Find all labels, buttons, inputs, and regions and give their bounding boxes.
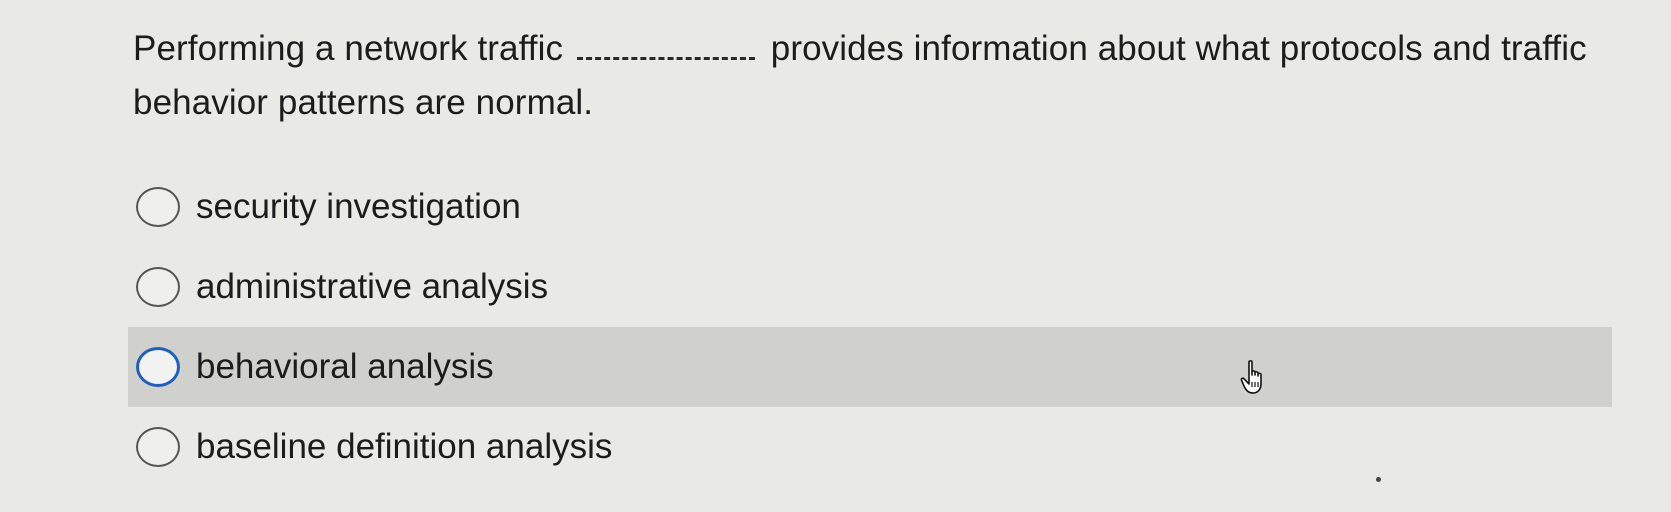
answer-options: security investigation administrative an…: [128, 167, 1612, 487]
question-part-1: Performing a network traffic: [133, 29, 564, 68]
radio-button[interactable]: [136, 187, 180, 227]
hand-pointer-icon: [1240, 360, 1262, 394]
option-baseline-definition-analysis[interactable]: baseline definition analysis: [128, 407, 1612, 487]
option-label: behavioral analysis: [196, 347, 494, 386]
option-security-investigation[interactable]: security investigation: [128, 167, 1612, 247]
option-label: administrative analysis: [196, 267, 549, 306]
fill-in-blank: [576, 35, 755, 60]
radio-button[interactable]: [136, 347, 180, 387]
option-behavioral-analysis[interactable]: behavioral analysis: [128, 327, 1612, 407]
option-label: baseline definition analysis: [196, 427, 613, 466]
speck: [1376, 477, 1381, 482]
question-text: Performing a network traffic provides in…: [133, 22, 1593, 130]
option-administrative-analysis[interactable]: administrative analysis: [128, 247, 1612, 327]
radio-button[interactable]: [136, 267, 180, 307]
radio-button[interactable]: [136, 427, 180, 467]
option-label: security investigation: [196, 187, 521, 226]
